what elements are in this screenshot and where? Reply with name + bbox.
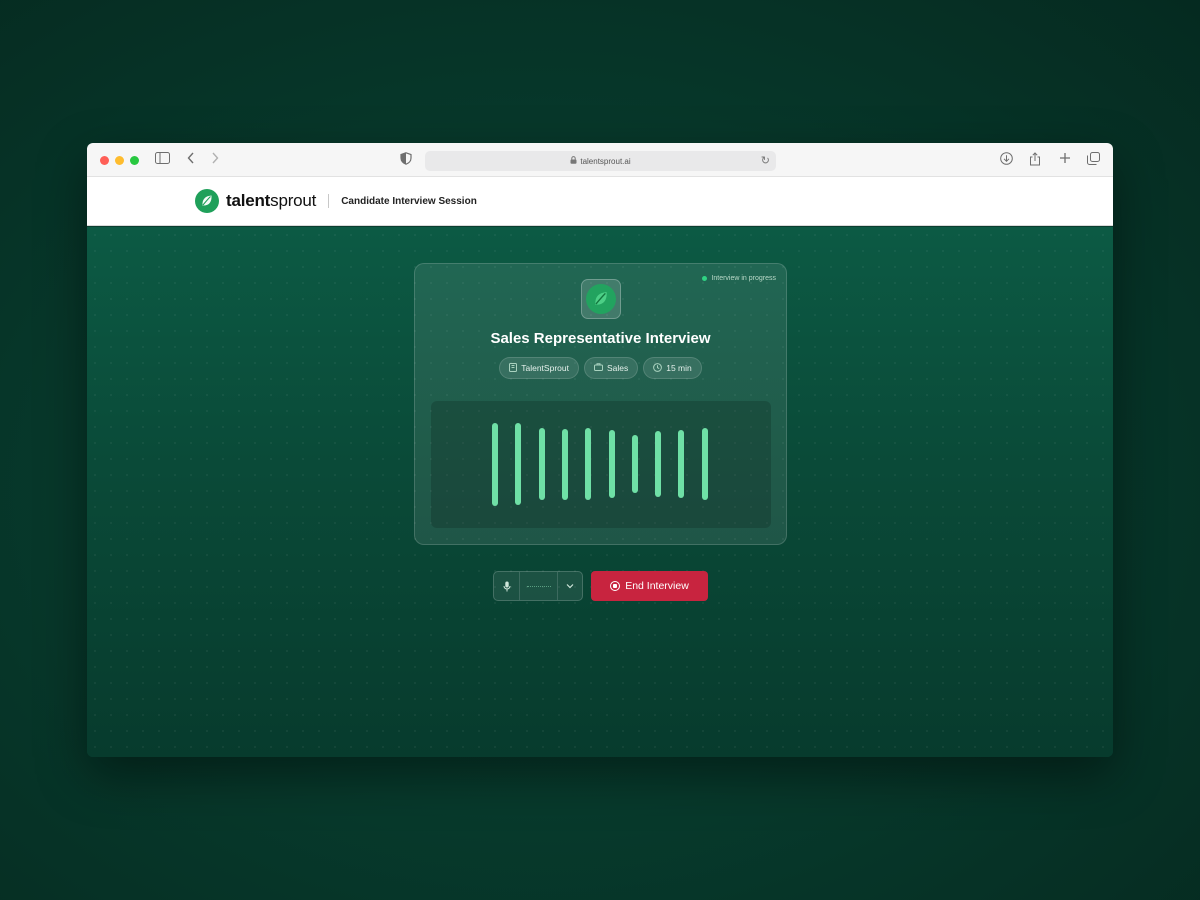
leaf-avatar-icon <box>586 284 616 314</box>
close-window-button[interactable] <box>100 156 109 165</box>
interview-stage: Interview in progress Sales Representati… <box>87 227 1113 757</box>
company-chip: TalentSprout <box>499 357 579 379</box>
audio-bar <box>515 423 521 505</box>
app-header: talentsprout Candidate Interview Session <box>87 177 1113 226</box>
audio-bars <box>431 401 771 528</box>
window-controls <box>100 156 139 165</box>
forward-icon[interactable] <box>211 152 219 168</box>
brand-name-bold: talent <box>226 191 271 210</box>
status-text: Interview in progress <box>711 275 776 282</box>
department-label: Sales <box>606 363 629 373</box>
duration-label: 15 min <box>666 363 692 373</box>
end-interview-button[interactable]: End Interview <box>591 571 708 601</box>
audio-bar <box>678 430 684 498</box>
back-icon[interactable] <box>187 152 195 168</box>
leaf-logo-icon[interactable] <box>195 189 219 213</box>
chevron-down-icon[interactable] <box>558 572 582 600</box>
interviewer-avatar <box>581 279 621 319</box>
company-label: TalentSprout <box>521 363 569 373</box>
clock-icon <box>653 362 663 374</box>
tab-overview-icon[interactable] <box>1087 152 1100 169</box>
interview-meta: TalentSprout Sales 15 min <box>415 357 786 379</box>
audio-bar <box>562 429 568 500</box>
end-interview-label: End Interview <box>625 580 689 592</box>
call-controls: End Interview <box>493 571 708 601</box>
microphone-control <box>493 571 583 601</box>
audio-bar <box>632 435 638 493</box>
mic-level-meter <box>520 572 558 600</box>
browser-toolbar: talentsprout.ai ↻ <box>87 143 1113 177</box>
browser-window: talentsprout.ai ↻ talentsprout Candidate… <box>87 143 1113 757</box>
audio-bar <box>609 430 615 498</box>
duration-chip: 15 min <box>643 357 702 379</box>
building-icon <box>509 362 518 374</box>
url-text: talentsprout.ai <box>580 156 631 166</box>
lock-icon <box>570 156 577 166</box>
audio-visualizer <box>431 401 771 528</box>
brand-name-light: sprout <box>270 191 317 210</box>
audio-bar <box>702 428 708 500</box>
zoom-window-button[interactable] <box>130 156 139 165</box>
briefcase-icon <box>593 363 603 373</box>
interview-card: Interview in progress Sales Representati… <box>414 263 787 545</box>
download-icon[interactable] <box>1000 152 1013 169</box>
address-bar[interactable]: talentsprout.ai ↻ <box>425 151 776 171</box>
sidebar-toggle-icon[interactable] <box>155 152 170 168</box>
audio-bar <box>492 423 498 506</box>
section-title: Candidate Interview Session <box>341 195 477 207</box>
brand-name[interactable]: talentsprout <box>226 191 316 211</box>
live-dot-icon <box>702 276 708 281</box>
privacy-shield-icon[interactable] <box>400 152 412 169</box>
status-badge: Interview in progress <box>702 275 776 282</box>
share-icon[interactable] <box>1029 152 1041 170</box>
minimize-window-button[interactable] <box>115 156 124 165</box>
brand: talentsprout Candidate Interview Session <box>195 189 477 213</box>
department-chip: Sales <box>583 357 639 379</box>
stop-icon <box>610 581 621 591</box>
header-divider <box>328 194 330 208</box>
reload-icon[interactable]: ↻ <box>761 154 770 167</box>
audio-bar <box>585 428 591 500</box>
microphone-icon[interactable] <box>494 572 520 600</box>
audio-bar <box>539 428 545 500</box>
audio-bar <box>655 431 661 497</box>
interview-title: Sales Representative Interview <box>490 330 711 347</box>
new-tab-icon[interactable] <box>1059 152 1071 168</box>
